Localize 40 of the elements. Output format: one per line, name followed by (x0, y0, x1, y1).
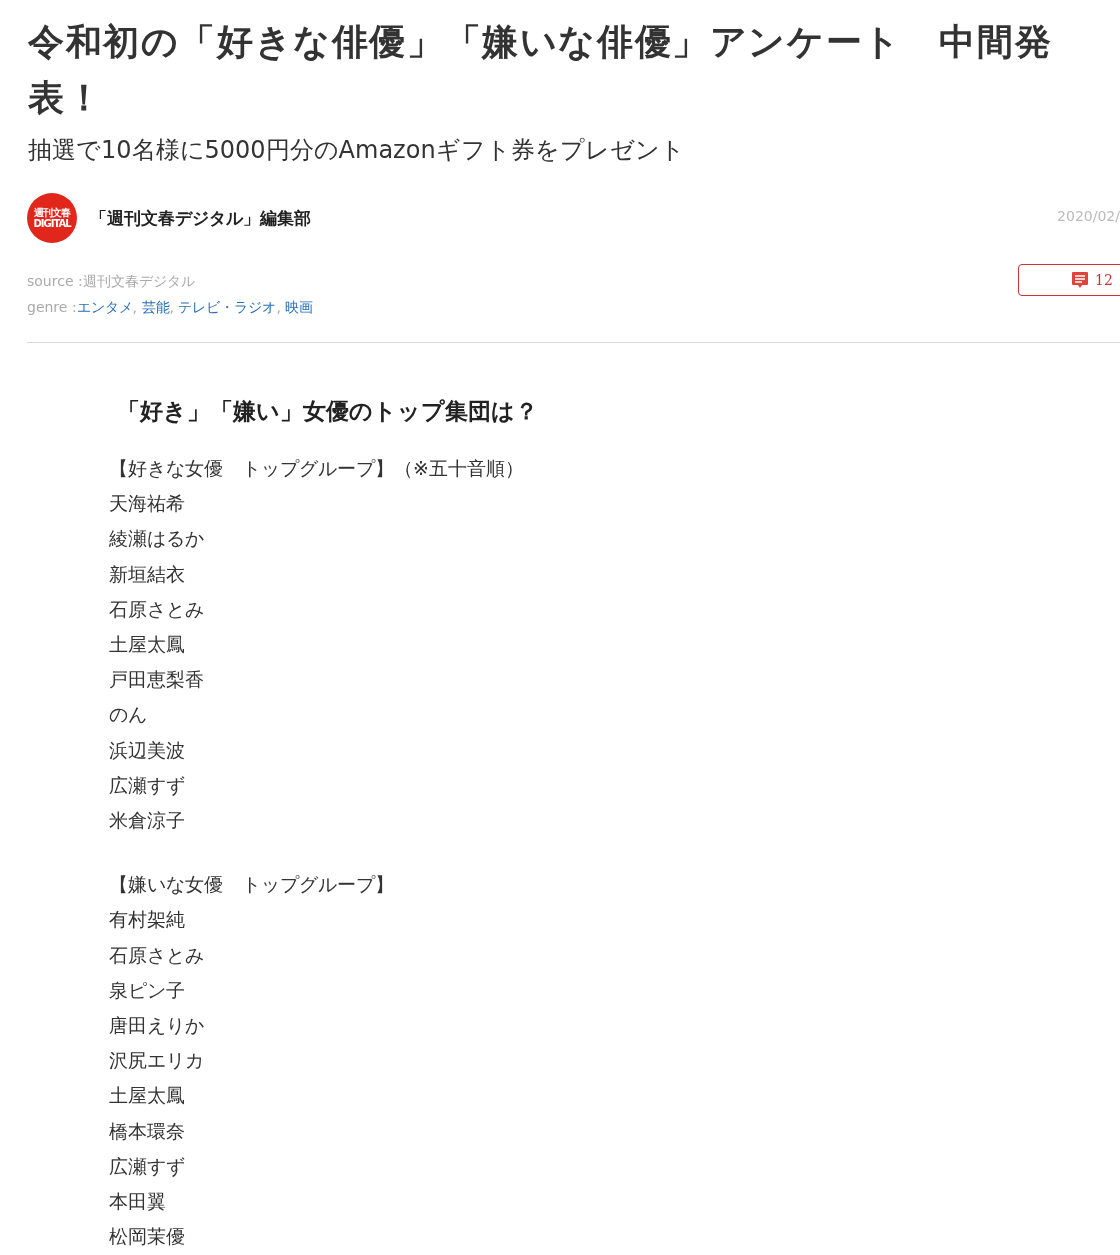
actress-name: 有村架純 (109, 907, 185, 933)
article-title: 令和初の「好きな俳優」「嫌いな俳優」アンケート 中間発表！ (28, 20, 1054, 120)
genre-link[interactable]: 芸能 (141, 299, 170, 315)
comments-button[interactable]: 12 (1018, 264, 1120, 296)
actress-name: 綾瀬はるか (109, 526, 204, 552)
group-heading: 【嫌いな女優 トップグループ】 (109, 872, 394, 898)
actress-name: 泉ピン子 (109, 977, 185, 1003)
actress-name: 浜辺美波 (109, 737, 185, 763)
genre-label: genre : (27, 298, 77, 317)
actress-name: 土屋太鳳 (109, 632, 185, 657)
author-name: 「週刊文春デジタル」編集部 (90, 206, 311, 230)
actress-name: 米倉涼子 (109, 808, 185, 834)
genre-link[interactable]: テレビ・ラジオ (178, 299, 277, 315)
actress-name: 土屋太鳳 (109, 1083, 185, 1109)
actress-name: 橋本環奈 (109, 1118, 185, 1144)
actress-name: 石原さとみ (109, 942, 204, 968)
group-heading: 【好きな女優 トップグループ】（※五十音順） (109, 456, 524, 481)
actress-name: 沢尻エリカ (109, 1048, 204, 1074)
actress-name: 広瀬すず (109, 772, 185, 798)
date: 2020/02/ (1057, 208, 1120, 224)
comment-icon (1071, 271, 1089, 289)
genre-link[interactable]: 映画 (285, 299, 314, 315)
logo: 週刊文春 DIGITAL (27, 193, 77, 243)
actress-name: 石原さとみ (109, 596, 204, 622)
actress-name: 新垣結衣 (109, 561, 185, 587)
separator: , (169, 299, 174, 315)
actress-name: 戸田恵梨香 (109, 667, 204, 693)
genre-link[interactable]: エンタメ (76, 299, 133, 315)
source-label: source : (27, 272, 83, 291)
actress-name: 天海祐希 (109, 491, 185, 517)
section-heading: 「好き」「嫌い」女優のトップ集団は？ (117, 397, 539, 426)
actress-name: 唐田えりか (109, 1013, 204, 1039)
separator: , (276, 299, 281, 315)
actress-name: のん (109, 702, 147, 728)
actress-name: 本田翼 (109, 1189, 166, 1215)
separator: , (132, 299, 138, 315)
actress-name: 広瀬すず (109, 1153, 185, 1179)
source-value: 週刊文春デジタル (82, 273, 195, 289)
article-subtitle: 抽選で10名様に5000円分のAmazonギフト券をプレゼント (28, 135, 685, 166)
actress-name: 松岡茉優 (109, 1224, 185, 1250)
